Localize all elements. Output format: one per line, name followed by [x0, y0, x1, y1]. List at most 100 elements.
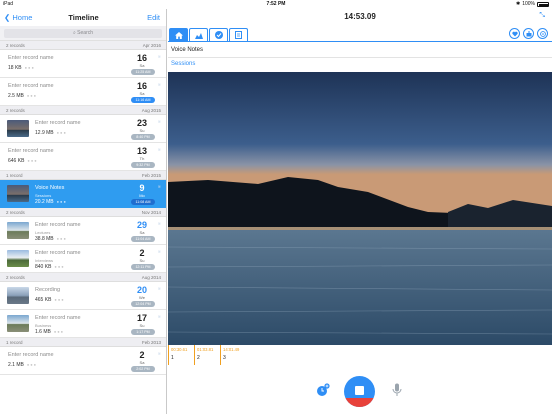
divider	[168, 57, 552, 58]
list-item[interactable]: Enter record name 646 KB ●●● 13 Th 9:32 PM ≋	[0, 143, 166, 171]
list-item[interactable]: Enter record name Interviews 840 KB ●●● 2 Su 1…	[0, 245, 166, 273]
expand-icon[interactable]: ⤡	[539, 12, 545, 20]
record-thumbnail	[7, 185, 29, 202]
rating-dots: ●●●	[56, 130, 67, 135]
microphone-button[interactable]	[392, 383, 402, 402]
rating-dots: ●●●	[26, 93, 38, 98]
heart-icon	[511, 31, 518, 36]
tab-chart[interactable]	[189, 28, 208, 41]
action-buttons	[509, 28, 548, 39]
rating-dots: ●●●	[54, 264, 65, 269]
list-item[interactable]: Enter record name 12.9 MB ●●● 23 Su 8:40 PM ≋	[0, 115, 166, 143]
share-button[interactable]	[523, 28, 534, 39]
record-size: 20.2 MB ●●●	[35, 199, 67, 205]
record-thumbnail	[7, 120, 29, 137]
record-weekday: Th	[139, 156, 145, 161]
section-header: 1 record Feb 2013	[0, 338, 166, 347]
edit-button[interactable]: Edit	[147, 9, 160, 26]
marker-time: 00:30.61	[171, 347, 188, 352]
bookmark-marker[interactable]: 14:01.49 3	[220, 345, 246, 365]
record-name: Voice Notes	[35, 185, 65, 191]
record-time: 2:02 PM	[131, 366, 155, 372]
record-category[interactable]: Sessions	[171, 61, 195, 67]
list-item[interactable]: Enter record name Lectures 38.8 MB ●●● 29 Sa 1…	[0, 217, 166, 245]
wifi-icon: ≋	[157, 221, 161, 226]
record-day: 9	[139, 183, 145, 193]
record-time: 1:17 PM	[131, 329, 155, 335]
section-count: 2 records	[6, 210, 25, 215]
wifi-icon: ≋	[157, 82, 161, 87]
chart-icon	[194, 32, 203, 39]
record-size: 12.9 MB ●●●	[35, 130, 67, 136]
bluetooth-icon: ✱	[516, 1, 521, 7]
bookmark-marker[interactable]: 00:30.61 1	[168, 345, 194, 365]
record-day: 17	[136, 313, 147, 323]
section-date: Aug 2014	[141, 275, 161, 280]
section-header: 2 records Aug 2014	[0, 273, 166, 282]
search-input[interactable]: ⌕ Search	[4, 29, 162, 38]
record-list: 2 records Apr 2016 Enter record name 18 KB ●…	[0, 41, 166, 375]
record-size: 840 KB ●●●	[35, 264, 65, 270]
record-category: Business	[35, 323, 52, 328]
record-time: 8:40 PM	[131, 134, 155, 140]
rating-dots: ●●●	[26, 362, 38, 367]
tab-checklist[interactable]	[209, 28, 228, 41]
record-weekday: We	[139, 295, 145, 300]
record-category: Lectures	[35, 230, 51, 235]
section-header: 2 records Nov 2014	[0, 208, 166, 217]
record-size: 18 KB ●●●	[8, 65, 35, 71]
list-item[interactable]: Enter record name 18 KB ●●● 16 Sa 11:25 AM ≋	[0, 50, 166, 78]
marker-time: 01:03.81	[197, 347, 214, 352]
tab-home[interactable]	[169, 28, 188, 41]
record-time: 11:16 AM	[131, 97, 155, 103]
record-size: 2.5 MB ●●●	[8, 93, 38, 99]
section-date: Nov 2014	[141, 210, 161, 215]
battery-percent: 100%	[522, 1, 535, 7]
nav-bar: ❮ Home Timeline Edit	[0, 9, 166, 26]
section-count: 2 records	[6, 43, 25, 48]
section-header: 1 record Feb 2015	[0, 171, 166, 180]
rating-dots: ●●●	[56, 199, 67, 204]
list-item[interactable]: Enter record name 2.1 MB ●●● 2 Sa 2:02 PM ≋	[0, 347, 166, 375]
wifi-icon: ≋	[157, 314, 161, 319]
record-size: 646 KB ●●●	[8, 158, 38, 164]
record-title[interactable]: Voice Notes	[171, 47, 203, 53]
record-weekday: Sa	[139, 360, 145, 365]
search-placeholder: Search	[77, 30, 94, 36]
record-photo[interactable]	[168, 72, 552, 345]
section-date: Feb 2015	[141, 173, 161, 178]
record-category: Sessions	[35, 193, 52, 198]
section-count: 2 records	[6, 108, 25, 113]
list-item[interactable]: Voice Notes Sessions 20.2 MB ●●● 9 Mo 11:08 AM…	[0, 180, 166, 208]
list-item[interactable]: Enter record name 2.5 MB ●●● 16 Sa 11:16 AM ≋	[0, 78, 166, 106]
record-name: Enter record name	[35, 315, 81, 321]
status-bar: iPad 7:52 PM ✱ 100%	[0, 0, 552, 9]
record-weekday: Sa	[139, 63, 145, 68]
tab-notes[interactable]	[229, 28, 248, 41]
check-icon	[214, 31, 223, 39]
rating-dots: ●●●	[54, 297, 65, 302]
settings-button[interactable]	[537, 28, 548, 39]
record-category: Interviews	[35, 258, 54, 263]
record-day: 13	[136, 146, 147, 156]
add-timer-button[interactable]	[316, 383, 330, 402]
record-time: 12:04 PM	[131, 301, 155, 307]
section-date: Apr 2016	[142, 43, 161, 48]
home-icon	[174, 31, 183, 39]
detail-tabs	[169, 28, 248, 41]
rating-dots: ●●●	[53, 329, 65, 334]
bookmark-marker[interactable]: 01:03.81 2	[194, 345, 220, 365]
record-time: 11:08 AM	[131, 199, 155, 205]
settings-icon	[539, 30, 546, 37]
rating-dots: ●●●	[24, 65, 35, 70]
list-item[interactable]: Recording 465 KB ●●● 20 We 12:04 PM ≋	[0, 282, 166, 310]
wifi-icon: ≋	[157, 119, 161, 124]
timer-add-icon	[317, 383, 330, 396]
record-size: 465 KB ●●●	[35, 297, 65, 303]
battery-icon	[537, 2, 549, 7]
record-weekday: Su	[139, 258, 145, 263]
favorite-button[interactable]	[509, 28, 520, 39]
stop-recording-button[interactable]	[344, 376, 375, 407]
list-item[interactable]: Enter record name Business 1.6 MB ●●● 17 Su 1:…	[0, 310, 166, 338]
recording-controls	[168, 371, 552, 414]
